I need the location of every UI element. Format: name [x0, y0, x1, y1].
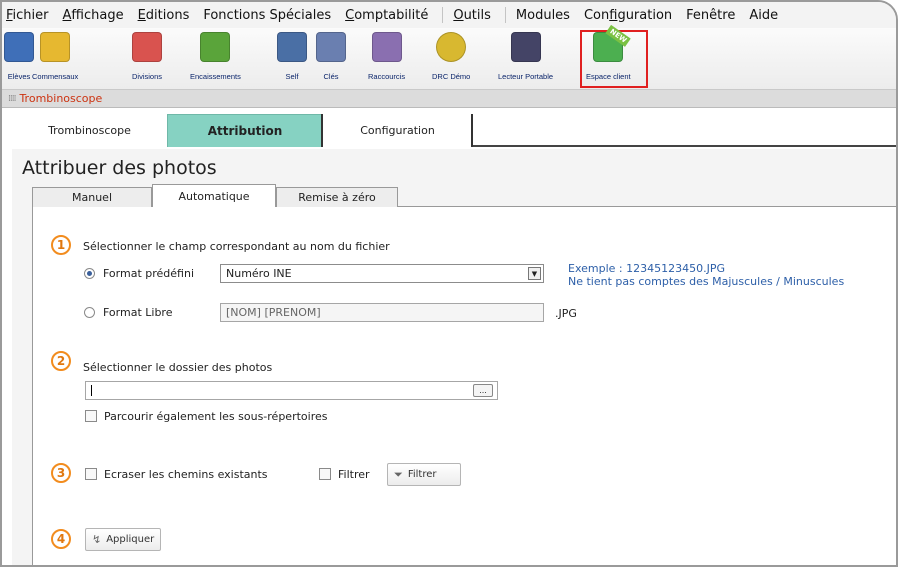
- menu-modules[interactable]: Modules: [516, 8, 570, 23]
- tab-configuration[interactable]: Configuration: [323, 114, 472, 147]
- menu-aide[interactable]: Aide: [749, 8, 778, 23]
- divisions-icon: [132, 32, 162, 62]
- subdirs-checkbox[interactable]: [85, 410, 97, 422]
- filter-icon: ⏷: [394, 467, 403, 481]
- menu-separator: [504, 7, 506, 23]
- overwrite-checkbox[interactable]: [85, 468, 97, 480]
- menu-separator: [442, 7, 444, 23]
- toolbar-label: Raccourcis: [368, 72, 406, 81]
- payments-icon: [200, 32, 231, 62]
- radio-format-libre[interactable]: [84, 307, 95, 318]
- new-badge: NEW: [605, 24, 631, 48]
- toolbar-button-self[interactable]: Self: [277, 32, 307, 81]
- radio-format-predefini-label: Format prédéfini: [103, 267, 194, 280]
- automatique-panel: 1 Sélectionner le champ correspondant au…: [32, 207, 896, 565]
- menu-fonctions-speciales[interactable]: Fonctions Spéciales: [203, 8, 331, 23]
- toolbar-button-cles[interactable]: Clés: [316, 32, 346, 81]
- menu-outils[interactable]: Outils: [453, 8, 491, 23]
- radio-format-libre-label: Format Libre: [103, 306, 173, 319]
- toolbar: Elèves Commensaux Divisions Encaissement…: [2, 24, 896, 90]
- toolbar-button-drc-demo[interactable]: DRC Démo: [432, 32, 470, 81]
- subdirs-label: Parcourir également les sous-répertoires: [104, 410, 328, 423]
- panel-title: Trombinoscope: [19, 92, 103, 105]
- menu-bar: Fichier Affichage Editions Fonctions Spé…: [2, 2, 896, 28]
- tab-divider: [471, 114, 473, 147]
- toolbar-label: Self: [285, 72, 299, 81]
- format-select-value: Numéro INE: [226, 267, 292, 280]
- case-note: Ne tient pas comptes des Majuscules / Mi…: [568, 275, 845, 288]
- apply-button[interactable]: ↯ Appliquer: [85, 528, 161, 551]
- toolbar-label: Lecteur Portable: [498, 72, 554, 81]
- reader-icon: [510, 32, 541, 62]
- menu-fenetre[interactable]: Fenêtre: [686, 8, 735, 23]
- section-2-title: Sélectionner le dossier des photos: [83, 361, 273, 374]
- menu-affichage[interactable]: Affichage: [63, 8, 124, 23]
- panel-title-strip: ⁞⁞⁞⁞ Trombinoscope: [2, 90, 896, 108]
- chevron-down-icon[interactable]: ▼: [528, 267, 541, 280]
- students-icon: [4, 32, 34, 62]
- toolbar-label: Commensaux: [32, 72, 79, 81]
- tab-remise-a-zero[interactable]: Remise à zéro: [276, 187, 398, 207]
- free-format-input[interactable]: [NOM] [PRENOM]: [220, 303, 544, 322]
- toolbar-label: DRC Démo: [432, 72, 471, 81]
- toolbar-button-commensaux[interactable]: Commensaux: [32, 32, 78, 81]
- extension-label: .JPG: [555, 307, 577, 320]
- self-icon: [277, 32, 307, 62]
- toolbar-button-divisions[interactable]: Divisions: [132, 32, 162, 81]
- tab-manuel[interactable]: Manuel: [32, 187, 152, 207]
- toolbar-label: Clés: [323, 72, 339, 81]
- grip-icon[interactable]: ⁞⁞⁞⁞: [8, 94, 17, 104]
- toolbar-button-espace-client[interactable]: NEW Espace client: [580, 24, 648, 88]
- app-window: Fichier Affichage Editions Fonctions Spé…: [0, 0, 898, 567]
- step-2-badge: 2: [51, 351, 71, 371]
- main-tabs: Trombinoscope Attribution Configuration: [12, 114, 896, 147]
- menu-editions[interactable]: Editions: [138, 8, 190, 23]
- overwrite-label: Ecraser les chemins existants: [104, 468, 268, 481]
- content-area: Attribuer des photos Manuel Automatique …: [12, 149, 896, 565]
- filter-checkbox-label: Filtrer: [338, 468, 370, 481]
- folder-input[interactable]: ...: [85, 381, 498, 400]
- section-1-title: Sélectionner le champ correspondant au n…: [83, 240, 390, 253]
- browse-button[interactable]: ...: [473, 384, 493, 397]
- toolbar-label: Encaissements: [190, 72, 241, 81]
- sub-tabs: Manuel Automatique Remise à zéro: [32, 184, 896, 208]
- menu-configuration[interactable]: Configuration: [584, 8, 672, 23]
- format-select[interactable]: Numéro INE ▼: [220, 264, 544, 283]
- toolbar-button-encaissements[interactable]: Encaissements: [190, 32, 241, 81]
- page-title: Attribuer des photos: [22, 157, 217, 179]
- step-3-badge: 3: [51, 463, 71, 483]
- example-text: Exemple : 12345123450.JPG: [568, 262, 725, 275]
- shortcuts-icon: [371, 32, 402, 62]
- filter-checkbox[interactable]: [319, 468, 331, 480]
- step-1-badge: 1: [51, 235, 71, 255]
- tab-automatique[interactable]: Automatique: [152, 184, 276, 208]
- filter-button[interactable]: ⏷ Filtrer: [387, 463, 461, 486]
- toolbar-label: Elèves: [7, 72, 31, 81]
- tab-trombinoscope[interactable]: Trombinoscope: [12, 114, 167, 147]
- menu-fichier[interactable]: Fichier: [6, 8, 49, 23]
- text-caret: [91, 385, 92, 396]
- client-area-icon: NEW: [593, 24, 631, 62]
- apply-icon: ↯: [92, 533, 102, 546]
- radio-format-predefini[interactable]: [84, 268, 95, 279]
- tab-attribution[interactable]: Attribution: [167, 114, 322, 147]
- step-4-badge: 4: [51, 529, 71, 549]
- toolbar-label: Divisions: [132, 72, 163, 81]
- menu-comptabilite[interactable]: Comptabilité: [345, 8, 428, 23]
- toolbar-button-raccourcis[interactable]: Raccourcis: [368, 32, 405, 81]
- toolbar-button-lecteur-portable[interactable]: Lecteur Portable: [498, 32, 553, 81]
- toolbar-button-eleves[interactable]: Elèves: [4, 32, 34, 81]
- keys-icon: [316, 32, 346, 62]
- euro-icon: [436, 32, 467, 62]
- dining-icon: [40, 32, 71, 62]
